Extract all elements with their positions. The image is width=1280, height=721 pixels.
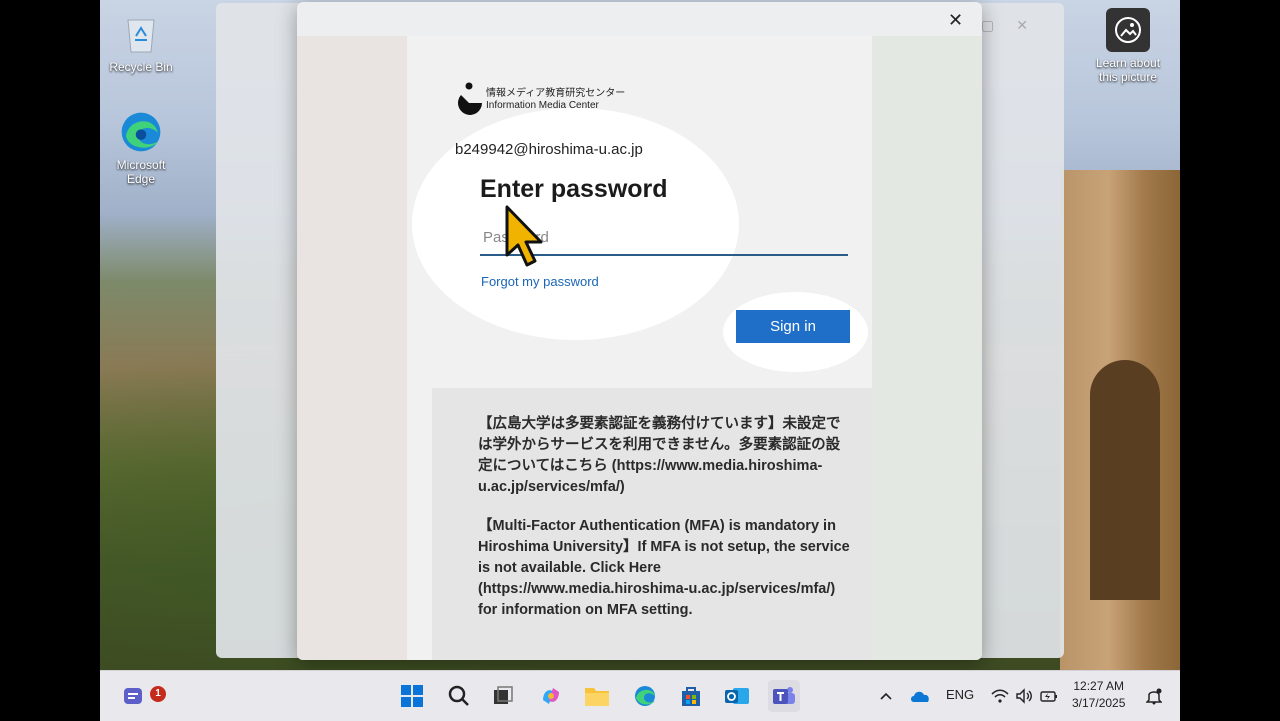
battery-charging-icon [1040, 691, 1057, 702]
task-view-icon [494, 686, 513, 704]
show-hidden-icons-button[interactable] [870, 680, 902, 712]
logo-text-ja: 情報メディア教育研究センター [486, 88, 626, 99]
mfa-notice-ja: 【広島大学は多要素認証を義務付けています】未設定では学外からサービスを利用できま… [478, 416, 841, 495]
edge-taskbar-button[interactable] [629, 680, 661, 712]
teams-taskbar-button[interactable] [768, 680, 800, 712]
close-button[interactable]: ✕ [942, 8, 966, 32]
desktop-icon-edge[interactable]: Microsoft Edge [101, 110, 181, 186]
battery-button[interactable] [1033, 680, 1065, 712]
taskbar: 1 ENG 12:27 AM 3/17/2025 [100, 670, 1180, 721]
store-taskbar-button[interactable] [675, 680, 707, 712]
copilot-taskbar-button[interactable] [535, 680, 567, 712]
notification-badge: 1 [150, 686, 166, 702]
username-display: b249942@hiroshima-u.ac.jp [455, 141, 643, 158]
notifications-button[interactable] [1138, 680, 1170, 712]
dialog-left-panel [297, 36, 407, 660]
page-title: Enter password [480, 175, 668, 203]
wifi-icon [991, 689, 1009, 703]
dialog-right-panel [872, 36, 982, 660]
imc-logo-icon [458, 82, 482, 115]
bell-icon [1146, 688, 1162, 705]
file-explorer-taskbar-button[interactable] [581, 680, 613, 712]
store-icon [682, 687, 700, 706]
onedrive-button[interactable] [904, 680, 936, 712]
desktop-icon-learn-about-picture[interactable]: Learn about this picture [1088, 8, 1168, 84]
camera-icon [1106, 8, 1150, 52]
edge-icon [635, 686, 655, 706]
onedrive-icon [911, 691, 929, 702]
search-button[interactable] [443, 680, 475, 712]
recycle-bin-label: Recycle Bin [109, 60, 173, 74]
outlook-icon [725, 688, 749, 704]
search-icon [448, 685, 469, 706]
clock[interactable]: 12:27 AM 3/17/2025 [1072, 678, 1125, 712]
speaker-icon [1016, 688, 1032, 704]
edge-desktop-label-line2: Edge [126, 172, 156, 186]
clock-date: 3/17/2025 [1072, 696, 1126, 710]
teams-chat-icon [124, 688, 142, 704]
outlook-taskbar-button[interactable] [721, 680, 753, 712]
chevron-up-icon [880, 692, 892, 700]
windows-start-icon [401, 685, 423, 707]
copilot-icon [543, 688, 559, 704]
mouse-cursor-icon [505, 205, 543, 267]
edge-desktop-label-line1: Microsoft [116, 158, 166, 172]
background-window-controls: ▢✕ [981, 17, 1050, 33]
learn-about-label-line1: Learn about [1095, 56, 1161, 70]
desktop-icon-recycle-bin[interactable]: Recycle Bin [101, 12, 181, 74]
mfa-notice-en: 【Multi-Factor Authentication (MFA) is ma… [478, 518, 850, 618]
signin-button[interactable]: Sign in [736, 310, 850, 343]
file-explorer-icon [585, 688, 609, 706]
learn-about-label-line2: this picture [1098, 70, 1158, 84]
wallpaper-bridge-arch [1090, 360, 1160, 600]
task-view-button[interactable] [487, 680, 519, 712]
teams-chat-taskbar-button[interactable]: 1 [118, 680, 166, 712]
edge-desktop-icon [119, 110, 163, 154]
teams-icon [773, 687, 795, 704]
start-button[interactable] [396, 680, 428, 712]
language-indicator[interactable]: ENG [946, 687, 974, 702]
clock-time: 12:27 AM [1073, 679, 1125, 693]
recycle-bin-icon [119, 12, 163, 56]
forgot-password-link[interactable]: Forgot my password [481, 274, 599, 289]
mfa-notice-panel: 【広島大学は多要素認証を義務付けています】未設定では学外からサービスを利用できま… [432, 388, 872, 660]
